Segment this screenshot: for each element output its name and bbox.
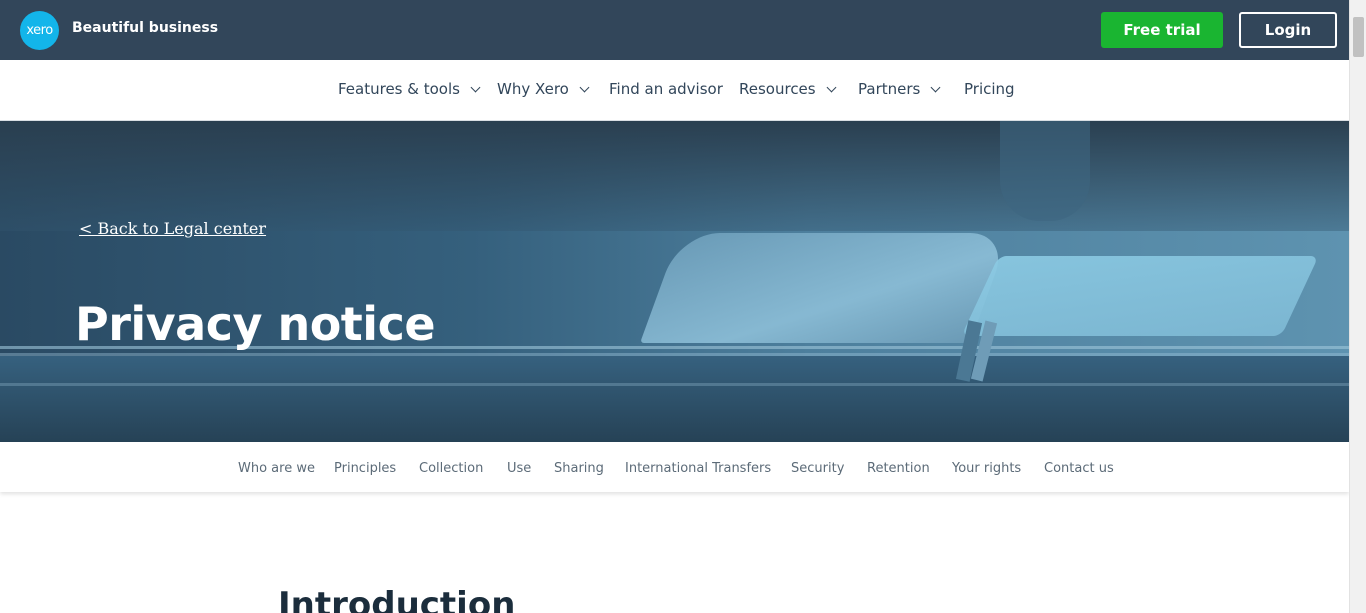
section-link-retention[interactable]: Retention: [867, 461, 930, 476]
chevron-down-icon: [930, 82, 941, 92]
top-bar: xero Beautiful business Free trial Login: [0, 0, 1349, 60]
section-link-collection[interactable]: Collection: [419, 461, 483, 476]
nav-item-label: Resources: [739, 80, 816, 98]
notebook-image: [961, 256, 1319, 336]
nav-item-why-xero[interactable]: Why Xero: [497, 80, 590, 98]
xero-logo[interactable]: xero: [20, 11, 59, 50]
login-button[interactable]: Login: [1239, 12, 1337, 48]
back-to-legal-center-link[interactable]: < Back to Legal center: [79, 219, 266, 238]
section-link-contact-us[interactable]: Contact us: [1044, 461, 1114, 476]
chevron-down-icon: [470, 82, 481, 92]
chevron-down-icon: [579, 82, 590, 92]
tagline: Beautiful business: [72, 20, 219, 36]
hero-banner: < Back to Legal center Privacy notice: [0, 121, 1349, 442]
page-scrollbar[interactable]: [1349, 0, 1366, 613]
section-nav: Who are we Principles Collection Use Sha…: [0, 442, 1349, 492]
nav-item-label: Pricing: [964, 80, 1015, 98]
section-link-security[interactable]: Security: [791, 461, 844, 476]
nav-item-find-advisor[interactable]: Find an advisor: [609, 80, 723, 98]
page-title: Privacy notice: [75, 297, 436, 351]
page: xero Beautiful business Free trial Login…: [0, 0, 1366, 613]
section-link-sharing[interactable]: Sharing: [554, 461, 604, 476]
section-link-principles[interactable]: Principles: [334, 461, 396, 476]
nav-item-label: Why Xero: [497, 80, 569, 98]
nav-item-pricing[interactable]: Pricing: [964, 80, 1015, 98]
hero-table-image: [0, 356, 1349, 442]
nav-item-resources[interactable]: Resources: [739, 80, 837, 98]
hero-decoration: [0, 383, 1349, 386]
section-link-who-are-we[interactable]: Who are we: [238, 461, 315, 476]
introduction-heading: Introduction: [278, 585, 516, 613]
hero-decoration: [1000, 121, 1090, 221]
nav-item-label: Find an advisor: [609, 80, 723, 98]
nav-item-partners[interactable]: Partners: [858, 80, 941, 98]
hero-background: [0, 121, 1349, 231]
section-link-international-transfers[interactable]: International Transfers: [625, 461, 771, 476]
hero-decoration: [0, 353, 1349, 356]
nav-item-features-tools[interactable]: Features & tools: [338, 80, 481, 98]
chevron-down-icon: [826, 82, 837, 92]
main-nav: Features & tools Why Xero Find an adviso…: [0, 60, 1349, 121]
notebook-image: [639, 233, 1011, 343]
scrollbar-thumb[interactable]: [1353, 17, 1364, 57]
nav-item-label: Features & tools: [338, 80, 460, 98]
section-link-use[interactable]: Use: [507, 461, 531, 476]
nav-item-label: Partners: [858, 80, 921, 98]
free-trial-button[interactable]: Free trial: [1101, 12, 1223, 48]
section-link-your-rights[interactable]: Your rights: [952, 461, 1021, 476]
